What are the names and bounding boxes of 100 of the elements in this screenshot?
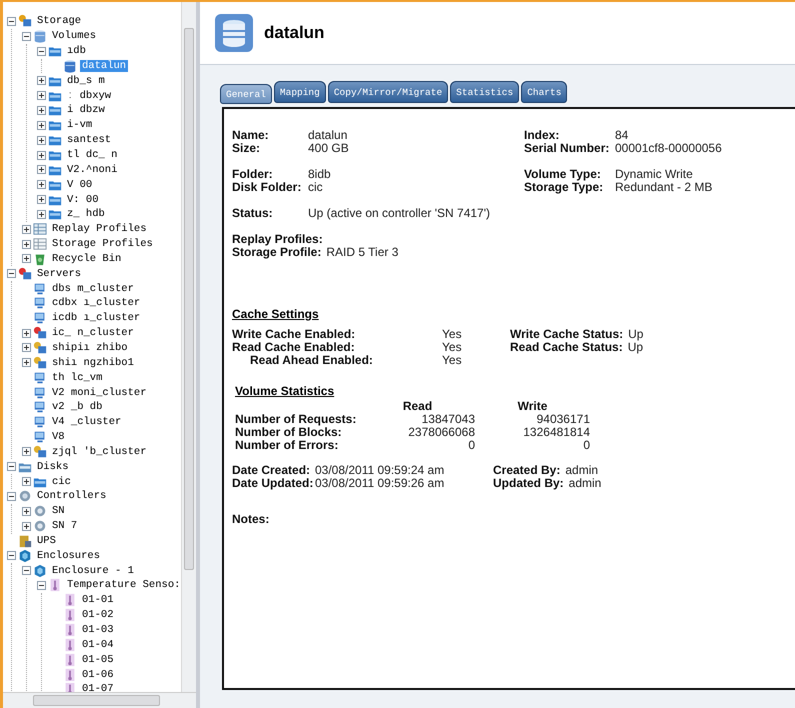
tab[interactable]: Copy/Mirror/Migrate — [328, 81, 448, 103]
tree-item[interactable]: 01-06 — [80, 668, 116, 681]
expand-icon[interactable] — [37, 210, 46, 219]
tree-item[interactable]: 01-03 — [80, 624, 116, 636]
tree-item[interactable]: ic_ n_cluster — [50, 327, 136, 340]
tree-item[interactable]: cdbx ı_cluster — [50, 297, 142, 310]
tree-item[interactable]: 01-02 — [80, 609, 116, 622]
expand-icon[interactable] — [37, 195, 46, 204]
tree-item[interactable]: v2 _b db — [50, 401, 104, 414]
collapse-icon[interactable] — [7, 492, 16, 501]
expand-icon[interactable] — [22, 522, 31, 531]
tree-item[interactable]: 01-01 — [80, 594, 116, 606]
tree-item[interactable]: ıdb — [65, 45, 88, 58]
tree-item[interactable]: dbs m_cluster — [50, 282, 136, 295]
field-value: Up — [628, 341, 644, 354]
tree-item[interactable]: i-vm — [65, 119, 94, 132]
tree-item[interactable]: shiı ngzhibo1 — [50, 356, 136, 369]
tree-item[interactable]: zjql 'b_cluster — [50, 446, 149, 458]
table-cell-text: 0 — [467, 439, 475, 452]
expand-icon[interactable] — [37, 180, 46, 190]
expand-icon[interactable] — [22, 506, 31, 516]
expand-icon[interactable] — [37, 165, 46, 174]
tree-item[interactable]: 01-05 — [80, 654, 116, 666]
field-label: Number of Requests: — [234, 413, 358, 426]
tab[interactable]: Charts — [521, 81, 568, 103]
tree-item[interactable]: ː dbxyw — [65, 90, 114, 102]
collapse-icon[interactable] — [37, 46, 46, 56]
tree-item[interactable]: Enclosures — [35, 550, 102, 562]
monitor-icon — [33, 400, 47, 414]
field-value: cic — [308, 181, 323, 194]
expand-icon[interactable] — [22, 224, 31, 234]
table-cell-text: 2378066068 — [407, 426, 475, 439]
tree-item[interactable]: Storage Profiles — [50, 238, 155, 250]
collapse-icon[interactable] — [7, 462, 16, 472]
expand-icon[interactable] — [22, 254, 31, 264]
tree-item[interactable]: 01-07 — [80, 683, 116, 692]
tree-item[interactable]: th lc_vm — [50, 372, 104, 384]
tree-item[interactable]: V: 00 — [65, 194, 101, 206]
volume-title: datalun — [264, 23, 324, 43]
tree-item[interactable]: V8 — [50, 431, 67, 444]
column-header: Read — [402, 400, 434, 413]
tree-item[interactable]: V 00 — [65, 178, 94, 191]
collapse-icon[interactable] — [22, 566, 31, 576]
tree-item[interactable]: i dbzw — [65, 104, 107, 116]
expand-icon[interactable] — [37, 150, 46, 160]
tree-item[interactable]: Enclosure - 1 — [50, 564, 136, 577]
tree-item[interactable]: Volumes — [50, 30, 98, 42]
field-value: Up (active on controller 'SN 7417') — [308, 207, 490, 220]
tree-item[interactable]: santest — [65, 134, 114, 146]
tree-item[interactable]: z_ hdb — [65, 208, 107, 220]
field-value: datalun — [308, 129, 348, 142]
vertical-scrollbar[interactable] — [181, 2, 196, 692]
expand-icon[interactable] — [37, 120, 46, 130]
monitor-icon — [33, 415, 47, 430]
tree-item[interactable]: Replay Profiles — [50, 223, 149, 236]
tree-item[interactable]: Recycle Bin — [50, 252, 124, 265]
grid-icon — [33, 222, 47, 236]
expand-icon[interactable] — [22, 447, 31, 456]
tree-item[interactable]: cic — [50, 476, 73, 488]
tree-item[interactable]: V4 _cluster — [50, 416, 124, 428]
recycle-bin-icon — [33, 252, 47, 266]
field-value: Yes — [442, 328, 463, 341]
expand-icon[interactable] — [37, 136, 46, 145]
tree-item[interactable]: UPS — [35, 534, 58, 547]
collapse-icon[interactable] — [37, 580, 46, 590]
monitor-icon — [33, 282, 47, 296]
tree-item[interactable]: icdb ı_cluster — [50, 312, 142, 324]
tree-item[interactable]: 01-04 — [80, 638, 116, 651]
field-label: Storage Profile: — [232, 246, 322, 259]
field-value: Up — [628, 328, 644, 341]
expand-icon[interactable] — [22, 358, 31, 368]
expand-icon[interactable] — [37, 91, 46, 100]
horizontal-scrollbar[interactable] — [3, 692, 196, 708]
expand-icon[interactable] — [22, 240, 31, 249]
tree-item[interactable]: V2.^noni — [65, 164, 120, 176]
tree-item[interactable]: db_s m — [65, 74, 107, 87]
collapse-icon[interactable] — [22, 32, 31, 41]
tree-item[interactable]: Storage — [35, 15, 84, 28]
expand-icon[interactable] — [37, 106, 46, 115]
expand-icon[interactable] — [22, 477, 31, 486]
expand-icon[interactable] — [22, 328, 31, 338]
tree-item[interactable]: Servers — [35, 268, 84, 280]
tree-item[interactable]: Controllers — [35, 490, 108, 502]
tab[interactable]: Statistics — [450, 81, 520, 103]
collapse-icon[interactable] — [7, 16, 16, 26]
database-icon — [214, 13, 254, 53]
tree-item[interactable]: SN 7 — [50, 520, 80, 532]
tree-item[interactable]: V2 moni_cluster — [50, 386, 149, 399]
expand-icon[interactable] — [22, 343, 31, 352]
tree-item[interactable]: tl dc_ n — [65, 149, 120, 162]
collapse-icon[interactable] — [7, 551, 16, 560]
monitor-icon — [33, 386, 47, 400]
collapse-icon[interactable] — [7, 269, 16, 278]
tab[interactable]: Mapping — [274, 81, 326, 103]
tree-item[interactable]: Disks — [35, 460, 71, 473]
tree-item[interactable]: Temperature Senso: — [65, 579, 181, 592]
tree-item[interactable]: shipiı zhibo — [50, 342, 130, 354]
section-heading: Volume Statistics — [235, 384, 336, 398]
tree-item[interactable]: SN — [50, 505, 67, 518]
expand-icon[interactable] — [37, 76, 46, 86]
